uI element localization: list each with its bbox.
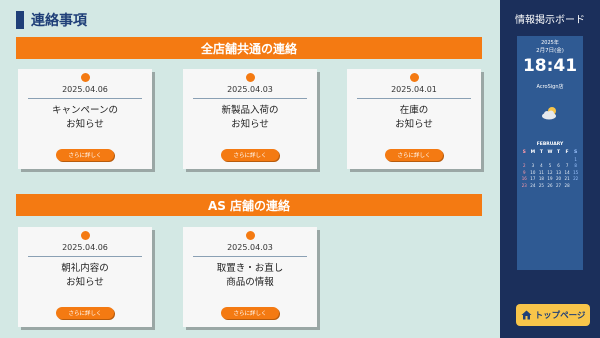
calendar-month: FEBRUARY <box>536 142 564 147</box>
top-page-button-label: トップページ <box>534 311 586 321</box>
notice-card[interactable]: 2025.04.06 朝礼内容の お知らせ さらに詳しく <box>18 227 152 327</box>
pin-icon <box>81 231 90 240</box>
main-content: 連絡事項 全店舗共通の連絡 2025.04.06 キャンペーンの お知らせ さら… <box>0 0 500 338</box>
details-button[interactable]: さらに詳しく <box>221 307 279 319</box>
divider <box>28 98 142 99</box>
notice-card[interactable]: 2025.04.03 新製品入荷の お知らせ さらに詳しく <box>183 69 317 169</box>
calendar-day: 24 <box>530 182 536 188</box>
widget-store: AcroSign店 <box>536 84 564 90</box>
notice-card[interactable]: 2025.04.03 取置き・お直し 商品の情報 さらに詳しく <box>183 227 317 327</box>
notice-card[interactable]: 2025.04.06 キャンペーンの お知らせ さらに詳しく <box>18 69 152 169</box>
calendar-week: 23 24 25 26 27 28 <box>520 183 580 190</box>
sidebar-title: 情報掲示ボード <box>515 15 585 26</box>
sidebar: 情報掲示ボード 2025年 2月7日(金) 18:41 AcroSign店 FE… <box>500 0 600 338</box>
pin-icon <box>81 73 90 82</box>
card-title-line: 新製品入荷の <box>221 105 279 116</box>
widget-date: 2月7日(金) <box>536 48 564 54</box>
card-title-line: 在庫の <box>399 105 429 116</box>
card-title: 取置き・お直し 商品の情報 <box>183 262 317 290</box>
card-title: 在庫の お知らせ <box>347 104 481 132</box>
calendar-day: 28 <box>564 182 570 188</box>
card-title-line: お知らせ <box>66 277 104 288</box>
details-button[interactable]: さらに詳しく <box>385 149 443 161</box>
page-title: 連絡事項 <box>16 10 87 30</box>
card-date: 2025.04.01 <box>391 85 437 94</box>
card-title-line: 取置き・お直し <box>216 263 284 274</box>
card-date: 2025.04.06 <box>62 243 108 252</box>
divider <box>193 98 307 99</box>
card-title: キャンペーンの お知らせ <box>18 104 152 132</box>
divider <box>28 256 142 257</box>
card-title: 新製品入荷の お知らせ <box>183 104 317 132</box>
card-title: 朝礼内容の お知らせ <box>18 262 152 290</box>
card-title-line: お知らせ <box>395 119 433 130</box>
calendar-day: 23 <box>521 182 527 188</box>
details-button[interactable]: さらに詳しく <box>221 149 279 161</box>
card-date: 2025.04.03 <box>227 243 273 252</box>
section-header-common: 全店舗共通の連絡 <box>16 37 482 59</box>
partly-cloudy-icon <box>542 107 556 120</box>
pin-icon <box>246 231 255 240</box>
card-title-line: お知らせ <box>231 119 269 130</box>
pin-icon <box>410 73 419 82</box>
calendar-day <box>571 183 580 190</box>
pin-icon <box>246 73 255 82</box>
calendar-day: 26 <box>547 182 553 188</box>
divider <box>357 98 471 99</box>
notice-card[interactable]: 2025.04.01 在庫の お知らせ さらに詳しく <box>347 69 481 169</box>
details-button[interactable]: さらに詳しく <box>56 307 114 319</box>
home-icon <box>521 310 532 320</box>
card-date: 2025.04.06 <box>62 85 108 94</box>
section-header-store: AS 店舗の連絡 <box>16 194 482 216</box>
card-title-line: 朝礼内容の <box>61 263 109 274</box>
divider <box>193 256 307 257</box>
card-title-line: お知らせ <box>66 119 104 130</box>
top-page-button[interactable]: トップページ <box>516 304 590 326</box>
title-accent-bar <box>16 11 24 29</box>
card-title-line: キャンペーンの <box>51 105 119 116</box>
calendar-day: 25 <box>538 182 544 188</box>
widget-year: 2025年 <box>541 40 559 46</box>
calendar-grid: S M T W T F S 1 2 3 4 5 6 7 8 9 10 11 12 13 14 15 16 17 18 19 20 21… <box>520 150 580 189</box>
widget-time: 18:41 <box>522 56 578 76</box>
page-title-text: 連絡事項 <box>31 13 87 29</box>
card-title-line: 商品の情報 <box>226 277 274 288</box>
details-button[interactable]: さらに詳しく <box>56 149 114 161</box>
calendar-day: 27 <box>555 182 562 188</box>
clock-calendar-widget: 2025年 2月7日(金) 18:41 AcroSign店 FEBRUARY S… <box>517 36 583 270</box>
card-date: 2025.04.03 <box>227 85 273 94</box>
